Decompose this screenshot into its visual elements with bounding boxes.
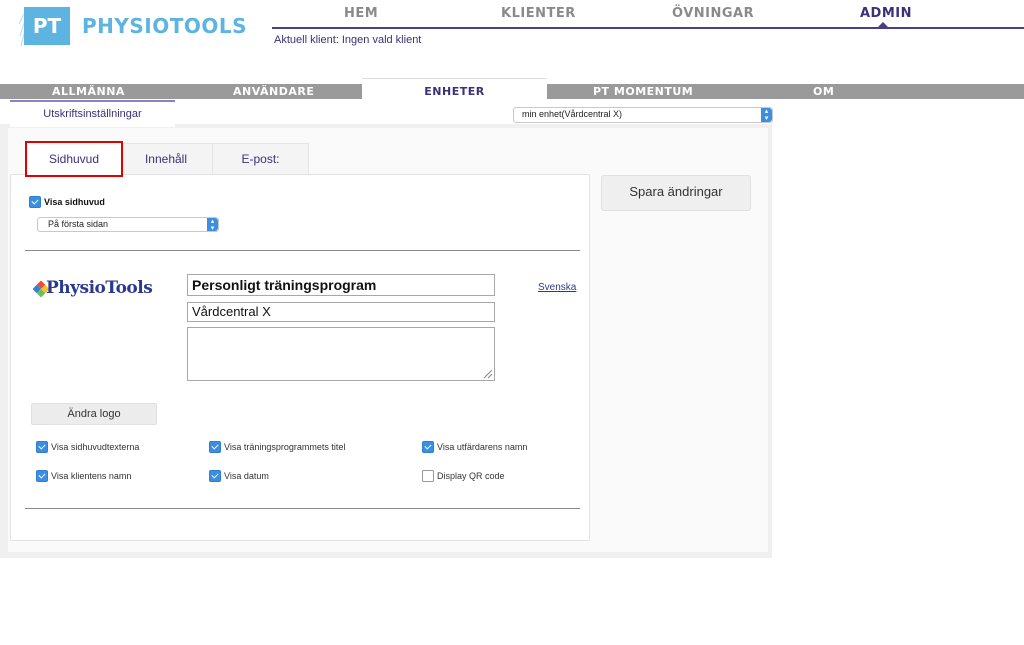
nav-klienter[interactable]: KLIENTER (501, 6, 576, 21)
checkbox-checked-icon[interactable] (29, 196, 41, 208)
current-client-status: Aktuell klient: Ingen vald klient (274, 34, 422, 46)
unit-select[interactable]: min enhet(Vårdcentral X) ▴ ▾ (513, 107, 773, 123)
show-header-label: Visa sidhuvud (44, 197, 105, 207)
nav-underline (272, 27, 1024, 29)
option-label: Display QR code (437, 471, 505, 481)
tab-innehall[interactable]: Innehåll (118, 143, 214, 175)
unit-select-value: min enhet(Vårdcentral X) (522, 109, 623, 119)
option-label: Visa träningsprogrammets titel (224, 442, 346, 452)
option-label: Visa sidhuvudtexterna (51, 442, 140, 452)
divider (25, 250, 580, 251)
app-logo[interactable]: PT (24, 7, 70, 45)
tab-e-post[interactable]: E-post: (212, 143, 309, 175)
header-placement-select[interactable]: På första sidan ▴ ▾ (37, 217, 219, 232)
divider (25, 508, 580, 509)
tab-enheter-label: ENHETER (424, 85, 485, 98)
show-header-checkbox[interactable]: Visa sidhuvud (29, 196, 105, 208)
header-placement-value: På första sidan (48, 219, 109, 229)
header-notes-textarea[interactable] (187, 327, 495, 381)
checkbox-unchecked-icon[interactable] (422, 470, 434, 482)
option-show-date[interactable]: Visa datum (209, 470, 269, 482)
option-show-program-title[interactable]: Visa träningsprogrammets titel (209, 441, 345, 453)
select-arrows-icon: ▴ ▾ (761, 108, 772, 122)
active-nav-caret-icon (877, 22, 889, 28)
nav-hem[interactable]: HEM (344, 6, 378, 21)
option-show-client-name[interactable]: Visa klientens namn (36, 470, 131, 482)
tab-allmanna[interactable]: ALLMÄNNA (52, 85, 125, 98)
checkbox-checked-icon[interactable] (36, 441, 48, 453)
option-label: Visa utfärdarens namn (437, 442, 528, 452)
save-changes-button[interactable]: Spara ändringar (601, 175, 751, 211)
option-display-qr-code[interactable]: Display QR code (422, 470, 505, 482)
option-show-header-texts[interactable]: Visa sidhuvudtexterna (36, 441, 139, 453)
checkbox-checked-icon[interactable] (209, 441, 221, 453)
checkbox-checked-icon[interactable] (209, 470, 221, 482)
tab-anvandare[interactable]: ANVÄNDARE (233, 85, 314, 98)
tab-print-settings[interactable]: Utskriftsinställningar (10, 100, 175, 127)
option-show-issuer-name[interactable]: Visa utfärdarens namn (422, 441, 527, 453)
logo-text: PhysioTools (46, 278, 153, 298)
nav-admin[interactable]: ADMIN (860, 6, 912, 21)
option-label: Visa klientens namn (51, 471, 132, 481)
select-arrows-icon: ▴ ▾ (207, 218, 218, 232)
language-link[interactable]: Svenska (538, 282, 576, 293)
resize-grip-icon[interactable] (481, 367, 493, 379)
checkbox-checked-icon[interactable] (36, 470, 48, 482)
checkbox-checked-icon[interactable] (422, 441, 434, 453)
change-logo-button[interactable]: Ändra logo (31, 403, 157, 425)
header-title-input[interactable]: Personligt träningsprogram (187, 274, 495, 296)
tab-sidhuvud[interactable]: Sidhuvud (25, 141, 123, 177)
tab-print-settings-label: Utskriftsinställningar (43, 108, 142, 120)
header-organization-input[interactable]: Vårdcentral X (187, 302, 495, 322)
tab-om[interactable]: OM (813, 85, 834, 98)
nav-ovningar[interactable]: ÖVNINGAR (672, 6, 754, 21)
tab-pt-momentum[interactable]: PT MOMENTUM (593, 85, 693, 98)
tab-enheter[interactable]: ENHETER (362, 78, 547, 101)
option-label: Visa datum (224, 471, 269, 481)
brand-name: PHYSIOTOOLS (82, 14, 248, 38)
